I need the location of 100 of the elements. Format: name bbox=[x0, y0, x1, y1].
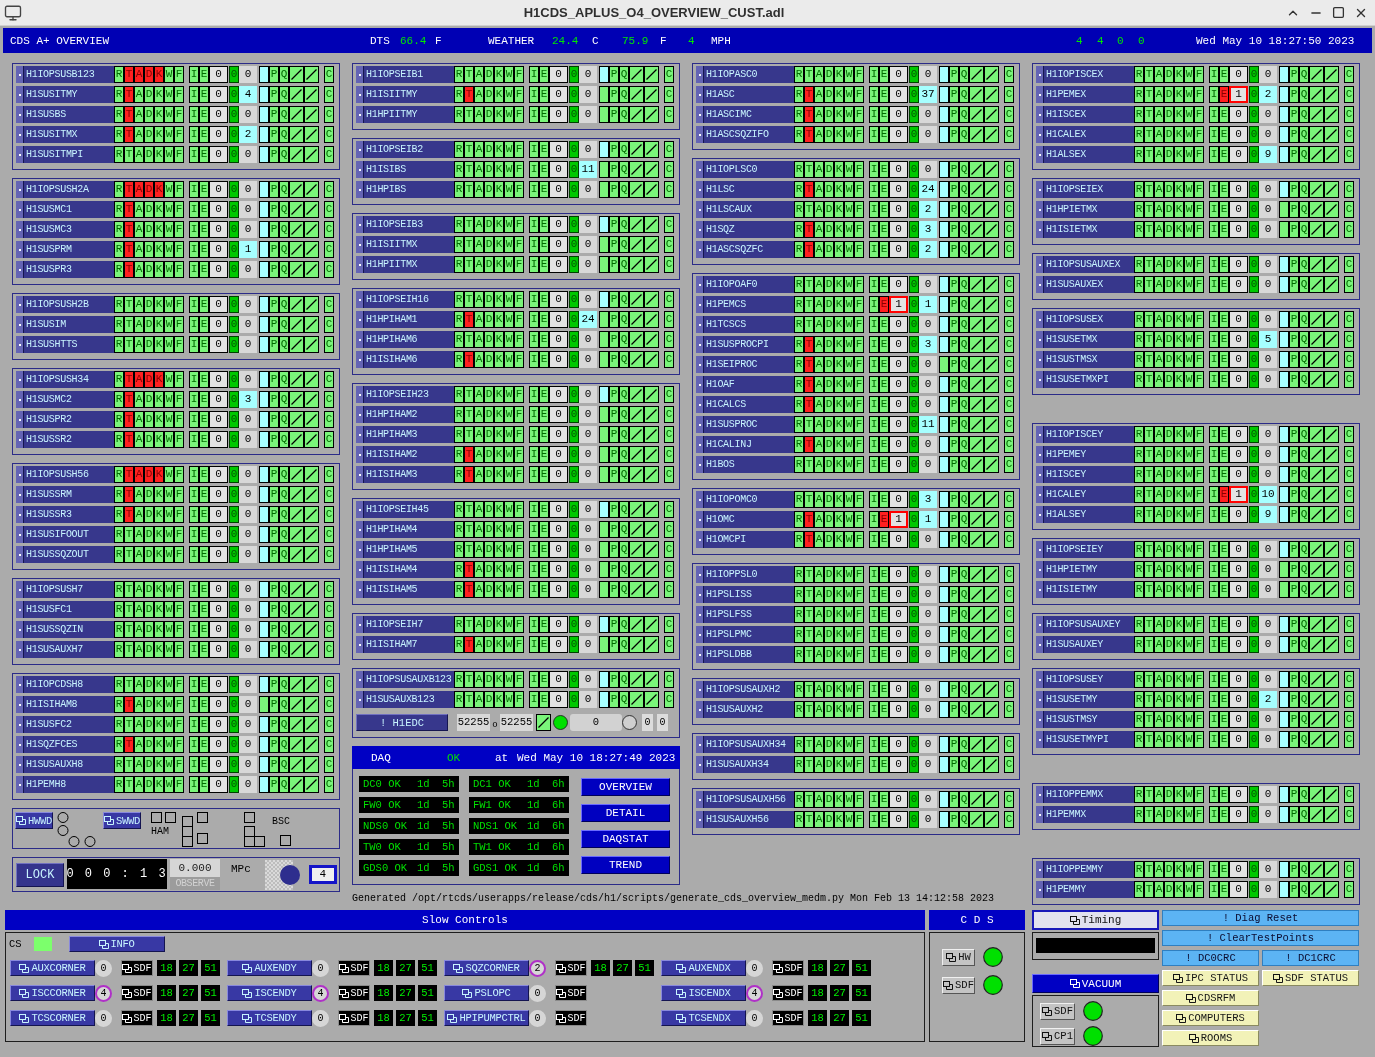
model-button[interactable]: H1IOPSUSAUXEX bbox=[1036, 256, 1134, 273]
model-button[interactable]: H1SUSSQZOUT bbox=[16, 546, 114, 563]
model-button[interactable]: H1ISIHAM8 bbox=[16, 696, 114, 713]
model-button[interactable]: H1IOPSUSAUXB123 bbox=[356, 671, 454, 688]
model-button[interactable]: H1ISIITMY bbox=[356, 86, 454, 103]
screen-link-button[interactable]: COMPUTERS bbox=[1162, 1010, 1259, 1026]
model-button[interactable]: H1HPIHAM2 bbox=[356, 406, 454, 423]
model-button[interactable]: H1ISIITMX bbox=[356, 236, 454, 253]
model-button[interactable]: H1HPIHAM5 bbox=[356, 541, 454, 558]
model-button[interactable]: H1SUSAUXH8 bbox=[16, 756, 114, 773]
model-button[interactable]: H1IOPSUSH2B bbox=[16, 296, 114, 313]
model-button[interactable]: H1CALEY bbox=[1036, 486, 1134, 503]
model-button[interactable]: H1ISIHAM2 bbox=[356, 446, 454, 463]
model-button[interactable]: H1PSLPMC bbox=[696, 626, 794, 643]
model-button[interactable]: H1IOPSUSAUXH34 bbox=[696, 736, 794, 753]
model-button[interactable]: H1OMC bbox=[696, 511, 794, 528]
model-button[interactable]: H1SUSIM bbox=[16, 316, 114, 333]
model-button[interactable]: H1IOPISCEY bbox=[1036, 426, 1134, 443]
model-button[interactable]: H1IOPOAF0 bbox=[696, 276, 794, 293]
model-button[interactable]: H1IOPSEIEX bbox=[1036, 181, 1134, 198]
vacuum-button[interactable]: VACUUM bbox=[1032, 974, 1159, 993]
cds-link-button[interactable]: SDF bbox=[942, 976, 975, 994]
model-button[interactable]: H1BOS bbox=[696, 456, 794, 473]
subsystem-button[interactable]: TCSENDY bbox=[227, 1010, 312, 1026]
daq-nav-button[interactable]: OVERVIEW bbox=[581, 778, 670, 796]
sdf-button[interactable]: SDF bbox=[555, 985, 587, 1001]
model-button[interactable]: H1ISIETMX bbox=[1036, 221, 1134, 238]
model-button[interactable]: H1SUSITMX bbox=[16, 126, 114, 143]
daq-nav-button[interactable]: TREND bbox=[581, 856, 670, 874]
info-button[interactable]: INFO bbox=[68, 936, 165, 952]
model-button[interactable]: H1ISCEX bbox=[1036, 106, 1134, 123]
model-button[interactable]: H1SUSMC2 bbox=[16, 391, 114, 408]
sdf-button[interactable]: SDF bbox=[772, 1010, 804, 1026]
model-button[interactable]: H1HPIHAM3 bbox=[356, 426, 454, 443]
subsystem-button[interactable]: TCSCORNER bbox=[10, 1010, 95, 1026]
model-button[interactable]: H1SUSITMPI bbox=[16, 146, 114, 163]
model-button[interactable]: H1SUSAUXEX bbox=[1036, 276, 1134, 293]
timing-button[interactable]: Timing bbox=[1032, 910, 1159, 930]
model-button[interactable]: H1SUSHTTS bbox=[16, 336, 114, 353]
model-button[interactable]: H1SUSPROC bbox=[696, 416, 794, 433]
sdf-button[interactable]: SDF bbox=[555, 1010, 587, 1026]
model-button[interactable]: H1SUSITMY bbox=[16, 86, 114, 103]
model-button[interactable]: H1TCSCS bbox=[696, 316, 794, 333]
model-button[interactable]: H1PSLISS bbox=[696, 586, 794, 603]
diag-reset-button[interactable]: ! Diag Reset bbox=[1162, 910, 1359, 926]
model-button[interactable]: H1IOPASC0 bbox=[696, 66, 794, 83]
model-button[interactable]: H1SUSMC3 bbox=[16, 221, 114, 238]
model-button[interactable]: H1SEIPROC bbox=[696, 356, 794, 373]
model-button[interactable]: H1LSC bbox=[696, 181, 794, 198]
model-button[interactable]: H1IOPCDSH8 bbox=[16, 676, 114, 693]
model-button[interactable]: H1ISIBS bbox=[356, 161, 454, 178]
model-button[interactable]: H1OAF bbox=[696, 376, 794, 393]
daq-nav-button[interactable]: DAQSTAT bbox=[581, 830, 670, 848]
model-button[interactable]: H1HPIETMY bbox=[1036, 561, 1134, 578]
model-button[interactable]: H1IOPSUSH34 bbox=[16, 371, 114, 388]
model-button[interactable]: H1SUSAUXH2 bbox=[696, 701, 794, 718]
model-button[interactable]: H1SUSAUXB123 bbox=[356, 691, 454, 708]
model-button[interactable]: H1IOPSEIB2 bbox=[356, 141, 454, 158]
model-button[interactable]: H1ASCIMC bbox=[696, 106, 794, 123]
model-button[interactable]: H1IOPSEIH7 bbox=[356, 616, 454, 633]
model-button[interactable]: H1SUSSR3 bbox=[16, 506, 114, 523]
model-button[interactable]: H1SUSFC2 bbox=[16, 716, 114, 733]
model-button[interactable]: H1IOPSUSAUXEY bbox=[1036, 616, 1134, 633]
model-button[interactable]: H1IOPSUSB123 bbox=[16, 66, 114, 83]
clear-test-points-button[interactable]: ! ClearTestPoints bbox=[1162, 930, 1359, 946]
model-button[interactable]: H1SUSETMYPI bbox=[1036, 731, 1134, 748]
status-link-button[interactable]: SDF STATUS bbox=[1262, 970, 1359, 986]
model-button[interactable]: H1SQZ bbox=[696, 221, 794, 238]
model-button[interactable]: H1PEMH8 bbox=[16, 776, 114, 793]
sdf-button[interactable]: SDF bbox=[338, 985, 370, 1001]
model-button[interactable]: H1SUSETMY bbox=[1036, 691, 1134, 708]
model-button[interactable]: H1IOPSUSH7 bbox=[16, 581, 114, 598]
model-button[interactable]: H1CALEX bbox=[1036, 126, 1134, 143]
model-button[interactable]: H1IOPISCEX bbox=[1036, 66, 1134, 83]
model-button[interactable]: H1HPIITMY bbox=[356, 106, 454, 123]
model-button[interactable]: H1SUSSQZIN bbox=[16, 621, 114, 638]
model-button[interactable]: H1IOPSEIH45 bbox=[356, 501, 454, 518]
cds-link-button[interactable]: HW bbox=[942, 948, 975, 966]
model-button[interactable]: H1ASCSQZFC bbox=[696, 241, 794, 258]
edc-button[interactable]: ! H1EDC bbox=[356, 714, 448, 731]
model-button[interactable]: H1PEMMY bbox=[1036, 881, 1134, 898]
model-button[interactable]: H1ASCSQZIFO bbox=[696, 126, 794, 143]
model-button[interactable]: H1ISIHAM3 bbox=[356, 466, 454, 483]
subsystem-button[interactable]: ISCENDX bbox=[661, 985, 746, 1001]
model-button[interactable]: H1SQZFCES bbox=[16, 736, 114, 753]
swwd-button[interactable]: SWWD bbox=[103, 812, 141, 829]
crc-button[interactable]: ! DC0CRC bbox=[1162, 950, 1259, 966]
sdf-button[interactable]: SDF bbox=[121, 960, 153, 976]
sdf-button[interactable]: SDF bbox=[555, 960, 587, 976]
model-button[interactable]: H1SUSAUXEY bbox=[1036, 636, 1134, 653]
model-button[interactable]: H1SUSSR2 bbox=[16, 431, 114, 448]
model-button[interactable]: H1IOPSUSAUXH2 bbox=[696, 681, 794, 698]
model-button[interactable]: H1IOPSUSEY bbox=[1036, 671, 1134, 688]
model-button[interactable]: H1LSCAUX bbox=[696, 201, 794, 218]
model-button[interactable]: H1IOPPEMMY bbox=[1036, 861, 1134, 878]
daq-nav-button[interactable]: DETAIL bbox=[581, 804, 670, 822]
sdf-button[interactable]: SDF bbox=[772, 985, 804, 1001]
model-button[interactable]: H1ISCEY bbox=[1036, 466, 1134, 483]
model-button[interactable]: H1SUSTMSY bbox=[1036, 711, 1134, 728]
subsystem-button[interactable]: AUXCORNER bbox=[10, 960, 95, 976]
